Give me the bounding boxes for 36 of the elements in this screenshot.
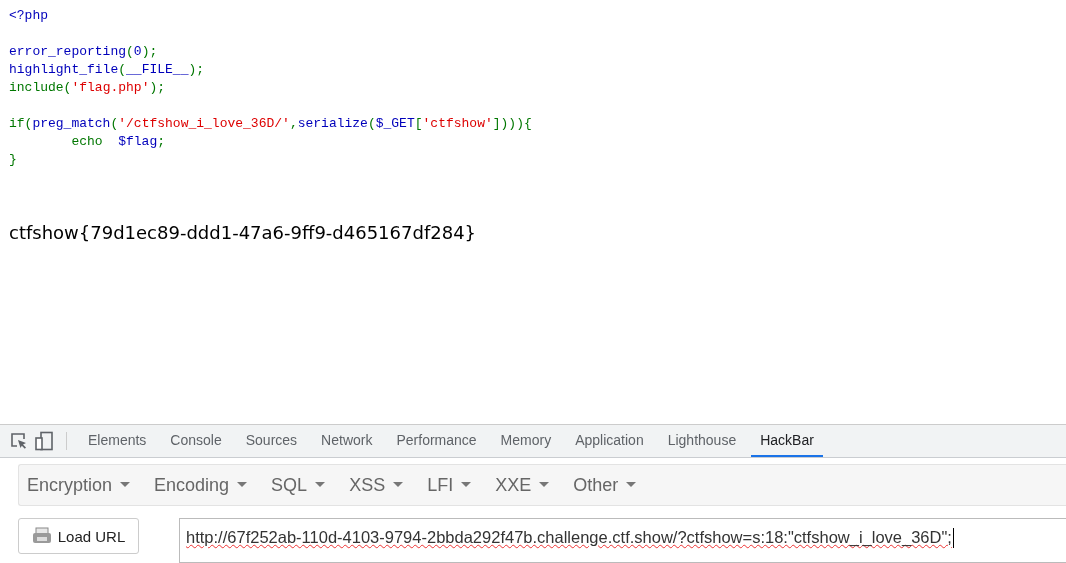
flag-output: ctfshow{79d1ec89-ddd1-47a6-9ff9-d465167df284} xyxy=(9,222,477,243)
code-line: highlight_file(__FILE__); xyxy=(9,61,205,79)
devtools-tab[interactable]: HackBar xyxy=(751,425,823,457)
code-line: echo $flag; xyxy=(70,133,166,151)
code-line: error_reporting(0); xyxy=(9,43,158,61)
printer-icon xyxy=(31,527,52,545)
device-icon[interactable] xyxy=(34,431,54,451)
menu-dropdown[interactable]: LFI xyxy=(427,474,472,496)
devtools-tab[interactable]: Performance xyxy=(387,425,486,457)
code-line: if(preg_match('/ctfshow_i_love_36D/',serialize($_GET['ctfshow']))){ xyxy=(9,115,532,133)
devtools-tab[interactable]: Console xyxy=(161,425,231,457)
devtools-tab[interactable]: Network xyxy=(312,425,382,457)
caret-icon xyxy=(461,482,472,488)
devtools-tab[interactable]: Lighthouse xyxy=(658,425,746,457)
caret-icon xyxy=(539,482,550,488)
caret-icon xyxy=(393,482,404,488)
caret-icon xyxy=(237,482,248,488)
caret-icon xyxy=(315,482,326,488)
code-line: include('flag.php'); xyxy=(9,79,166,97)
devtools-tab[interactable]: Sources xyxy=(236,425,307,457)
url-field[interactable]: http://67f252ab-110d-4103-9794-2bbda292f47b.challenge.ctf.show/?ctfshow=s:18:"ctfshow_i_love_36D"; xyxy=(179,518,1066,563)
menu-dropdown[interactable]: Encoding xyxy=(154,474,248,496)
code-line: <?php xyxy=(9,7,48,25)
menu-dropdown[interactable]: Encryption xyxy=(27,474,131,496)
menu-dropdown[interactable]: XSS xyxy=(349,474,404,496)
menu-dropdown[interactable]: SQL xyxy=(271,474,326,496)
caret-icon xyxy=(120,482,131,488)
code-line: } xyxy=(9,151,17,169)
menu-dropdown[interactable]: XXE xyxy=(495,474,550,496)
caret-icon xyxy=(626,482,637,488)
devtools-tab[interactable]: Memory xyxy=(491,425,561,457)
load-url-button[interactable]: Load URL xyxy=(18,518,139,554)
inspect-icon[interactable] xyxy=(10,432,28,450)
menu-dropdown[interactable]: Other xyxy=(573,474,637,496)
devtools-tab[interactable]: Elements xyxy=(79,425,156,457)
devtools-tab[interactable]: Application xyxy=(566,425,653,457)
